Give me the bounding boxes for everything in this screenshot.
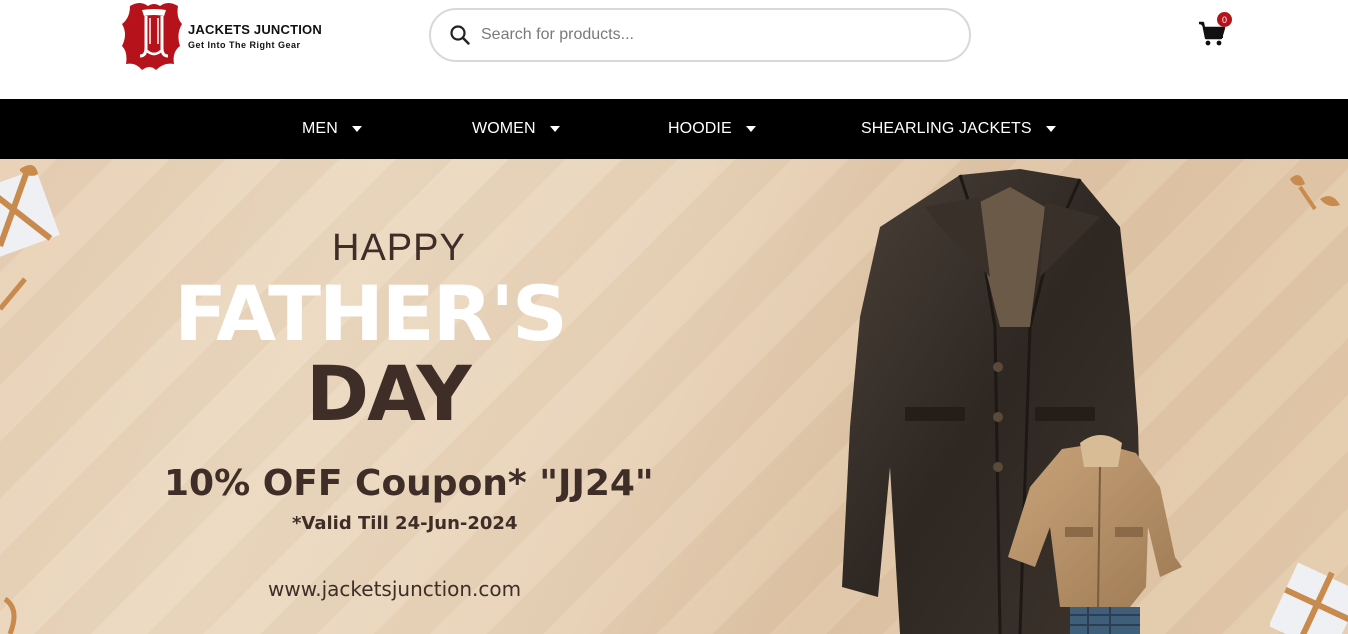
nav-item-men[interactable]: MEN [302, 99, 362, 159]
chevron-down-icon [351, 126, 362, 132]
search-bar [429, 8, 971, 62]
cart-count-badge: 0 [1217, 12, 1232, 27]
nav-item-label: WOMEN [472, 120, 536, 137]
logo-tagline: Get Into The Right Gear [188, 40, 301, 50]
site-logo[interactable]: JACKETS JUNCTION Get Into The Right Gear [120, 0, 330, 72]
ribbon-icon [0, 277, 27, 311]
nav-item-label: MEN [302, 120, 338, 137]
ribbon-icon [3, 596, 17, 634]
cart-button[interactable]: 0 [1198, 12, 1238, 50]
website-url-text: www.jacketsjunction.com [268, 577, 522, 601]
banner-happy-text: HAPPY [332, 227, 466, 269]
search-input[interactable] [481, 26, 941, 44]
coupon-text: 10% OFF Coupon* "JJ24" [164, 463, 654, 504]
site-header: JACKETS JUNCTION Get Into The Right Gear… [0, 0, 1348, 99]
nav-item-women[interactable]: WOMEN [472, 99, 560, 159]
gift-box-icon [0, 165, 60, 259]
search-icon[interactable] [449, 24, 471, 46]
chevron-down-icon [745, 126, 756, 132]
gift-box-icon [1270, 562, 1348, 634]
nav-item-shearling-jackets[interactable]: SHEARLING JACKETS [861, 99, 1056, 159]
logo-name: JACKETS JUNCTION [188, 22, 322, 37]
nav-item-label: SHEARLING JACKETS [861, 120, 1032, 137]
coupon-validity-text: *Valid Till 24-Jun-2024 [292, 513, 518, 534]
banner-fathers-text: FATHER'S [174, 269, 568, 358]
nav-item-label: HOODIE [668, 120, 732, 137]
chevron-down-icon [549, 126, 560, 132]
chevron-down-icon [1045, 126, 1056, 132]
fathers-day-banner[interactable]: HAPPY FATHER'S DAY 10% OFF Coupon* "JJ24… [0, 159, 1348, 634]
ribbon-icon [1290, 175, 1340, 211]
nav-item-hoodie[interactable]: HOODIE [668, 99, 756, 159]
leather-hide-logo-icon [120, 0, 188, 72]
banner-day-text: DAY [306, 349, 472, 438]
leather-coats-image [842, 169, 1182, 634]
main-navigation: MEN WOMEN HOODIE SHEARLING JACKETS [0, 99, 1348, 159]
logo-text: JACKETS JUNCTION Get Into The Right Gear [188, 22, 322, 50]
